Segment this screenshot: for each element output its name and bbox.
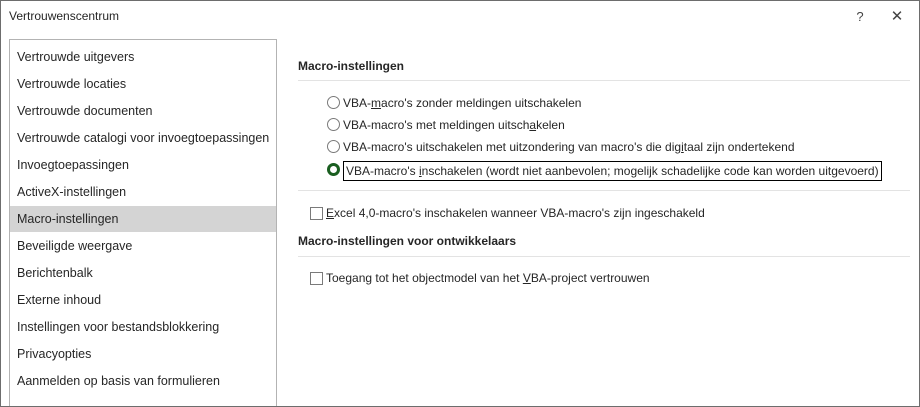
sidebar-item-invoegtoepassingen[interactable]: Invoegtoepassingen: [10, 152, 276, 178]
section-divider: [298, 80, 910, 81]
sidebar-item-vertrouwde-catalogi[interactable]: Vertrouwde catalogi voor invoegtoepassin…: [10, 125, 276, 151]
trust-center-dialog: Vertrouwenscentrum ? ✕ Vertrouwde uitgev…: [0, 0, 920, 407]
sidebar-item-vertrouwde-uitgevers[interactable]: Vertrouwde uitgevers: [10, 44, 276, 70]
sidebar-item-activex-instellingen[interactable]: ActiveX-instellingen: [10, 179, 276, 205]
sidebar-item-bestandsblokkering[interactable]: Instellingen voor bestandsblokkering: [10, 314, 276, 340]
radio-label: VBA-macro's zonder meldingen uitschakele…: [343, 96, 582, 110]
developer-settings-title: Macro-instellingen voor ontwikkelaars: [298, 234, 517, 248]
section-divider: [298, 256, 910, 257]
sidebar-item-aanmelden-formulieren[interactable]: Aanmelden op basis van formulieren: [10, 368, 276, 394]
sidebar-item-externe-inhoud[interactable]: Externe inhoud: [10, 287, 276, 313]
sidebar-item-beveiligde-weergave[interactable]: Beveiligde weergave: [10, 233, 276, 259]
sidebar-item-berichtenbalk[interactable]: Berichtenbalk: [10, 260, 276, 286]
checkbox[interactable]: [310, 207, 323, 220]
checkbox-label: Toegang tot het objectmodel van het VBA-…: [326, 271, 650, 285]
radio-label: VBA-macro's met meldingen uitschakelen: [343, 118, 565, 132]
sidebar: Vertrouwde uitgevers Vertrouwde locaties…: [9, 39, 277, 406]
dialog-title: Vertrouwenscentrum: [9, 9, 120, 23]
macro-settings-title: Macro-instellingen: [298, 59, 405, 73]
sidebar-item-macro-instellingen[interactable]: Macro-instellingen: [10, 206, 276, 232]
sidebar-item-privacyopties[interactable]: Privacyopties: [10, 341, 276, 367]
radio-button[interactable]: [327, 118, 340, 131]
radio-label: VBA-macro's uitschakelen met uitzonderin…: [343, 140, 795, 154]
radio-button-selected[interactable]: [327, 163, 340, 176]
help-button[interactable]: ?: [849, 5, 871, 29]
close-button[interactable]: ✕: [885, 5, 909, 29]
section-divider: [298, 190, 910, 191]
radio-label: VBA-macro's inschakelen (wordt niet aanb…: [343, 161, 882, 181]
title-bar: Vertrouwenscentrum ? ✕: [1, 1, 919, 37]
checkbox-label: Excel 4,0-macro's inschakelen wanneer VB…: [326, 206, 705, 220]
checkbox[interactable]: [310, 272, 323, 285]
radio-button[interactable]: [327, 140, 340, 153]
sidebar-item-vertrouwde-locaties[interactable]: Vertrouwde locaties: [10, 71, 276, 97]
radio-button[interactable]: [327, 96, 340, 109]
sidebar-item-vertrouwde-documenten[interactable]: Vertrouwde documenten: [10, 98, 276, 124]
